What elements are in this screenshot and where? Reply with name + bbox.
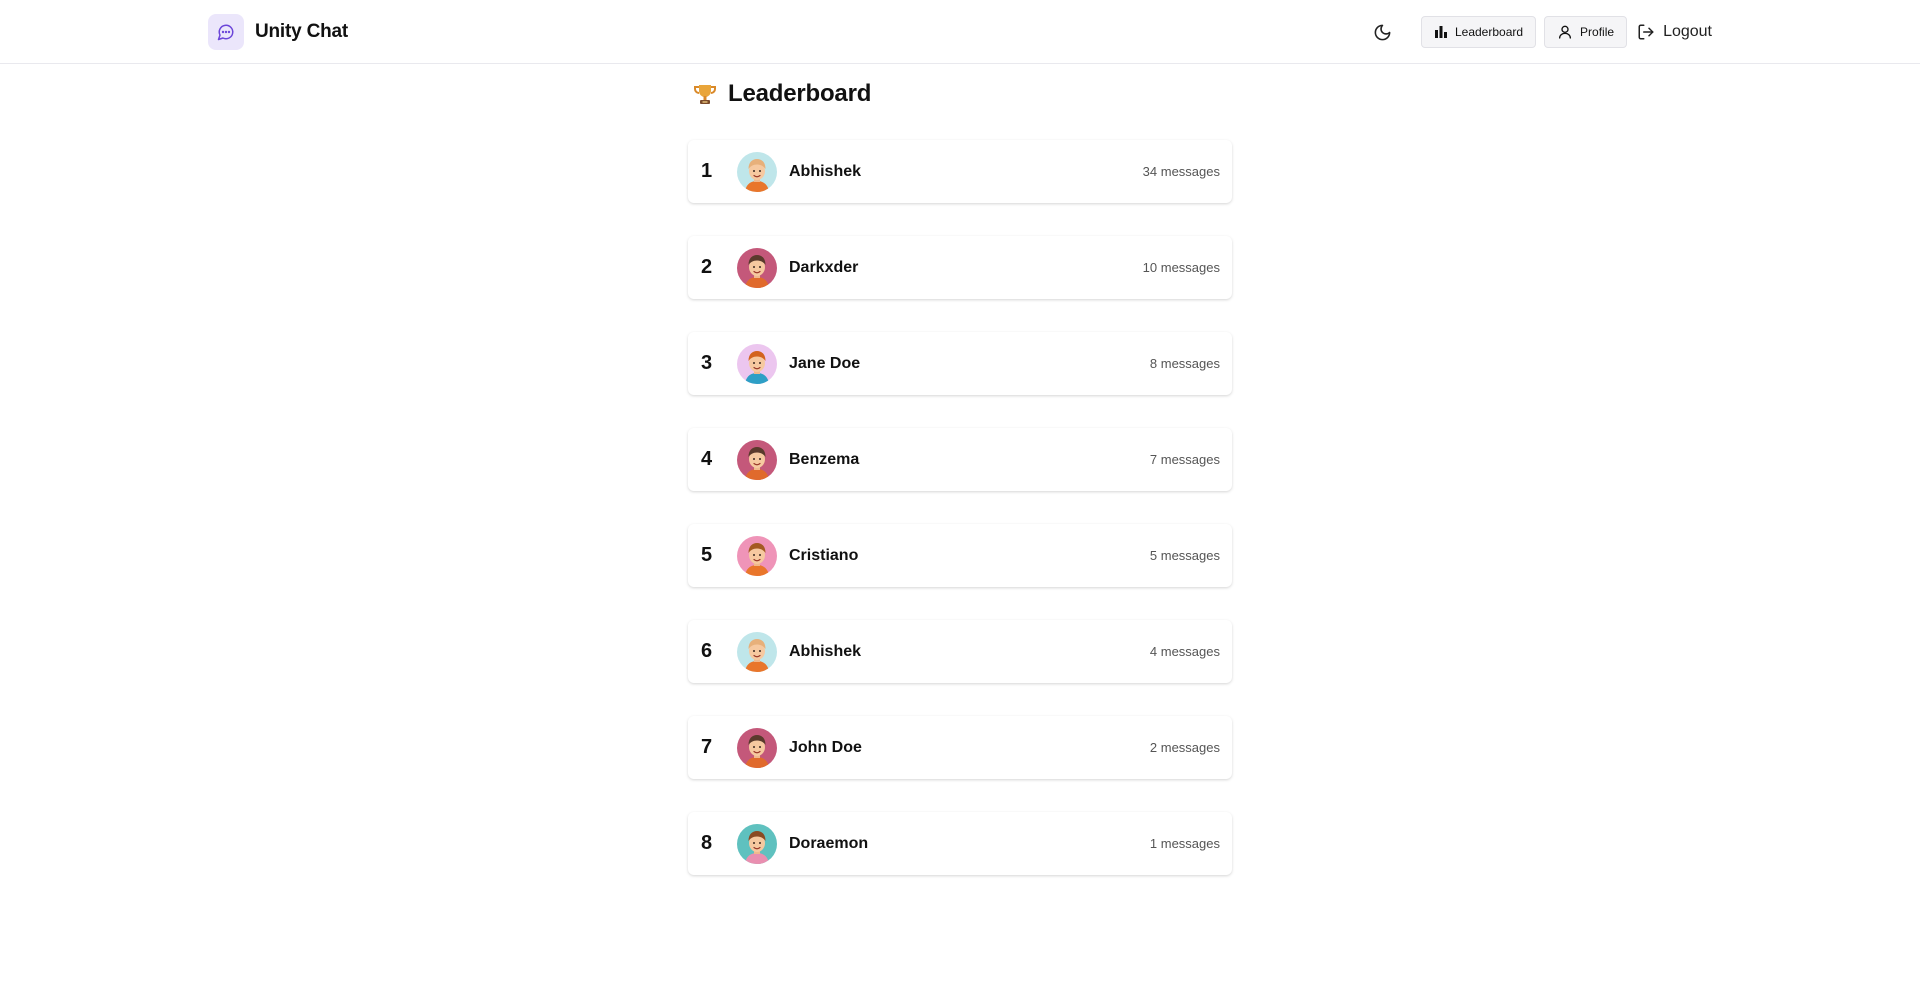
- username: Abhishek: [789, 162, 862, 180]
- avatar: [737, 823, 777, 864]
- leaderboard-row[interactable]: 3 Jane Doe 8 messages: [688, 332, 1232, 395]
- avatar: [737, 727, 777, 768]
- username: Abhishek: [789, 642, 862, 660]
- avatar: [737, 439, 777, 480]
- app-name: Unity Chat: [255, 21, 349, 42]
- rank-number: 7: [701, 736, 713, 758]
- top-navbar: Unity Chat Leaderboard Profile Logout: [0, 0, 1920, 64]
- logout-button[interactable]: Logout: [1635, 16, 1714, 48]
- trophy-icon: [694, 85, 716, 104]
- username: Darkxder: [789, 258, 859, 276]
- logout-button-label: Logout: [1663, 23, 1712, 40]
- user-icon: [1559, 25, 1572, 39]
- leaderboard-button-label: Leaderboard: [1454, 25, 1524, 39]
- rank-number: 6: [701, 640, 713, 662]
- page-title-text: Leaderboard: [728, 80, 872, 107]
- profile-button-label: Profile: [1580, 25, 1615, 39]
- message-count: 2 messages: [1149, 740, 1220, 755]
- nav-actions: Leaderboard Profile Logout: [1367, 16, 1714, 48]
- leaderboard-row[interactable]: 1 Abhishek 34 messages: [688, 140, 1232, 203]
- username: Doraemon: [789, 834, 869, 852]
- username: Jane Doe: [789, 354, 861, 372]
- message-count: 5 messages: [1149, 548, 1220, 563]
- logout-icon: [1638, 24, 1654, 40]
- rank-number: 4: [701, 448, 713, 470]
- message-count: 4 messages: [1149, 644, 1220, 659]
- message-count: 1 messages: [1149, 836, 1220, 851]
- avatar: [737, 247, 777, 288]
- username: Cristiano: [789, 546, 859, 564]
- leaderboard-row[interactable]: 7 John Doe 2 messages: [688, 716, 1232, 779]
- avatar: [737, 343, 777, 384]
- leaderboard-row[interactable]: 2 Darkxder 10 messages: [688, 236, 1232, 299]
- avatar: [737, 535, 777, 576]
- message-count: 7 messages: [1149, 452, 1220, 467]
- moon-icon: [1375, 24, 1391, 40]
- brand[interactable]: Unity Chat: [208, 14, 348, 50]
- message-count: 10 messages: [1142, 260, 1220, 275]
- page-title: Leaderboard: [692, 78, 871, 110]
- rank-number: 3: [701, 352, 713, 374]
- rank-number: 5: [701, 544, 713, 566]
- rank-number: 8: [701, 832, 713, 854]
- rank-number: 1: [701, 160, 713, 182]
- leaderboard-button[interactable]: Leaderboard: [1420, 16, 1537, 48]
- username: Benzema: [789, 450, 860, 468]
- leaderboard-row[interactable]: 8 Doraemon 1 messages: [688, 812, 1232, 875]
- bar-chart-icon: [1434, 26, 1447, 38]
- leaderboard-row[interactable]: 6 Abhishek 4 messages: [688, 620, 1232, 683]
- username: John Doe: [789, 738, 862, 756]
- avatar: [737, 631, 777, 672]
- profile-button[interactable]: Profile: [1544, 16, 1628, 48]
- leaderboard-list: 1 Abhishek 34 messages 2 Darkxder 10 messages…: [688, 140, 1232, 908]
- rank-number: 2: [701, 256, 713, 278]
- message-count: 8 messages: [1149, 356, 1220, 371]
- leaderboard-row[interactable]: 4 Benzema 7 messages: [688, 428, 1232, 491]
- leaderboard-row[interactable]: 5 Cristiano 5 messages: [688, 524, 1232, 587]
- message-count: 34 messages: [1142, 164, 1220, 179]
- chat-bubble-icon: [208, 14, 244, 50]
- avatar: [737, 151, 777, 192]
- theme-toggle-button[interactable]: [1367, 16, 1399, 48]
